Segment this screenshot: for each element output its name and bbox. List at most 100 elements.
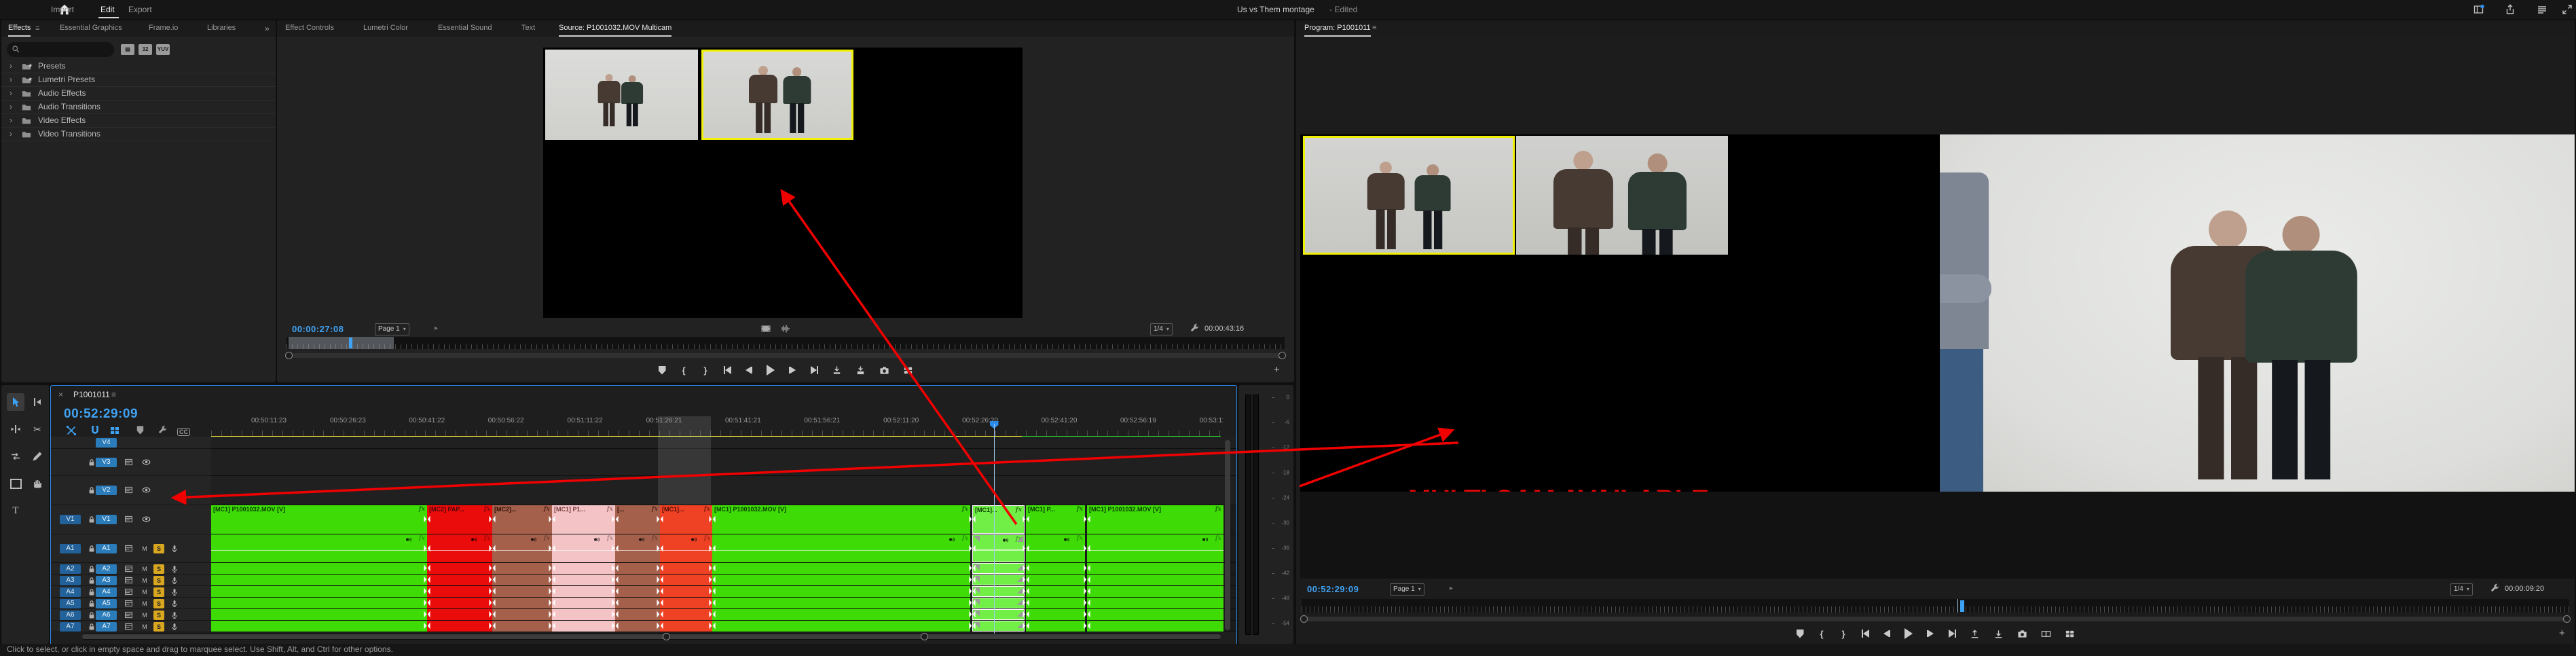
transport-go-to-in-icon[interactable] <box>1861 628 1869 639</box>
timeline-clip[interactable] <box>615 586 660 597</box>
menu-item-edit[interactable]: Edit <box>100 0 115 19</box>
track-header-A2[interactable]: A2 A2 M S <box>51 563 211 575</box>
timeline-clip[interactable]: fx <box>1087 534 1223 562</box>
timeline-clip[interactable] <box>211 563 427 574</box>
transport-insert-icon[interactable] <box>832 365 842 376</box>
timeline-clip[interactable] <box>1087 598 1223 608</box>
timeline-clip[interactable] <box>211 598 427 608</box>
timeline-clip[interactable] <box>1026 621 1085 632</box>
program-multicam-angle-2[interactable] <box>1516 136 1728 255</box>
sync-lock-icon[interactable] <box>124 599 133 608</box>
timeline-clip[interactable] <box>492 563 552 574</box>
track-header-A5[interactable]: A5 A5 M S <box>51 598 211 609</box>
tree-item-video-effects[interactable]: › Video Effects <box>1 114 276 128</box>
transport-step-forward-icon[interactable] <box>788 365 796 376</box>
transport-step-back-icon[interactable] <box>745 365 753 376</box>
timeline-clip[interactable] <box>972 598 1025 608</box>
timeline-clip[interactable] <box>492 575 552 585</box>
track-content-A3[interactable] <box>211 575 1236 586</box>
audio-fade-handle[interactable] <box>974 536 980 542</box>
track-header-A6[interactable]: A6 A6 M S <box>51 609 211 621</box>
tab-effects[interactable]: Effects <box>8 20 31 37</box>
timeline-h-scrollbar[interactable] <box>82 633 1221 640</box>
scrollbar-handle[interactable] <box>2563 615 2571 623</box>
quick-export-icon[interactable] <box>2505 4 2516 15</box>
track-content-A1[interactable]: fx fx fx fx fx fx fx fx fx fx <box>211 534 1236 563</box>
timeline-clip[interactable] <box>552 586 615 597</box>
transport-add-marker-icon[interactable] <box>1796 628 1804 639</box>
timeline-playhead-line[interactable] <box>993 424 995 636</box>
lock-icon[interactable] <box>88 515 96 524</box>
timeline-clip[interactable]: fx <box>427 534 492 562</box>
timeline-clip[interactable] <box>1026 598 1085 608</box>
lock-icon[interactable] <box>88 577 96 585</box>
settings-wrench-icon[interactable] <box>2490 583 2500 594</box>
lock-icon[interactable] <box>88 486 96 494</box>
track-header-A3[interactable]: A3 A3 M S <box>51 575 211 586</box>
timeline-clip[interactable]: [MC1]... fx <box>660 505 712 534</box>
program-playhead[interactable] <box>1960 600 1964 612</box>
timeline-clip[interactable] <box>712 586 970 597</box>
timeline-clip[interactable]: [MC2] PAP... fx <box>427 505 492 534</box>
solo-button-A1[interactable]: S <box>153 543 164 553</box>
voiceover-mic-icon[interactable] <box>170 544 179 553</box>
track-name-A3[interactable]: A3 <box>96 576 117 585</box>
transport-mark-out-icon[interactable]: } <box>1839 628 1847 639</box>
timeline-clip[interactable] <box>211 575 427 585</box>
audio-volume-line[interactable] <box>492 549 552 551</box>
lock-icon[interactable] <box>88 623 96 631</box>
timeline-clip[interactable] <box>211 621 427 632</box>
transport-step-forward-icon[interactable] <box>1926 628 1934 639</box>
timeline-clip[interactable] <box>660 575 712 585</box>
source-patch-A2[interactable]: A2 <box>60 564 81 574</box>
track-header-A4[interactable]: A4 A4 M S <box>51 586 211 598</box>
track-content-A7[interactable] <box>211 621 1236 632</box>
close-icon[interactable]: × <box>58 390 63 399</box>
voiceover-mic-icon[interactable] <box>170 564 179 574</box>
workspace-menu-icon[interactable] <box>2537 4 2547 15</box>
timeline-clip[interactable]: [MC1] P1... fx <box>552 505 615 534</box>
timeline-clip[interactable] <box>660 609 712 620</box>
chevron-right-icon[interactable]: › <box>10 87 12 100</box>
transport-export-frame-icon[interactable] <box>879 365 889 376</box>
timeline-clip[interactable] <box>615 575 660 585</box>
source-multicam-angle-1[interactable] <box>545 50 698 140</box>
timeline-clip[interactable] <box>1026 609 1085 620</box>
timeline-clip[interactable]: [MC1]... fx <box>972 505 1025 534</box>
sync-lock-icon[interactable] <box>124 515 133 524</box>
sync-lock-icon[interactable] <box>124 458 133 467</box>
source-patch-A3[interactable]: A3 <box>60 576 81 585</box>
timeline-clip[interactable] <box>552 621 615 632</box>
timeline-clip[interactable] <box>427 598 492 608</box>
tab-frame-io[interactable]: Frame.io <box>149 20 178 35</box>
timeline-clip[interactable] <box>972 563 1025 574</box>
timeline-clip[interactable]: [MC1] P1001032.MOV [V] fx <box>1087 505 1223 534</box>
timeline-clip[interactable]: [MC1] P1001032.MOV [V] fx <box>211 505 427 534</box>
transport-go-to-out-icon[interactable] <box>810 365 818 376</box>
mute-button-A6[interactable]: M <box>140 611 149 620</box>
sync-lock-icon[interactable] <box>124 486 133 494</box>
voiceover-mic-icon[interactable] <box>170 576 179 585</box>
32bit-color-icon[interactable]: 32 <box>139 44 152 55</box>
tree-item-presets[interactable]: › ★ Presets <box>1 60 276 73</box>
audio-volume-line[interactable] <box>1087 549 1223 551</box>
track-name-A6[interactable]: A6 <box>96 611 117 620</box>
linked-selection-icon[interactable] <box>66 425 78 437</box>
source-in-out-range[interactable] <box>289 337 394 349</box>
tool-ripple-edit[interactable] <box>7 420 24 438</box>
sync-lock-icon[interactable] <box>124 587 133 596</box>
tool-pen[interactable] <box>29 448 46 465</box>
timeline-clip[interactable] <box>1026 575 1085 585</box>
tool-selection[interactable] <box>7 393 24 411</box>
source-video-area[interactable] <box>543 48 1023 318</box>
timeline-v-scrollbar[interactable] <box>1225 440 1230 630</box>
timeline-clip[interactable] <box>712 575 970 585</box>
audio-volume-line[interactable] <box>211 549 427 551</box>
timeline-clip[interactable] <box>1026 586 1085 597</box>
track-content-V3[interactable] <box>211 449 1236 476</box>
timeline-clip[interactable]: fx <box>552 534 615 562</box>
scrollbar-handle[interactable] <box>921 633 928 640</box>
track-content-V4[interactable] <box>211 437 1236 449</box>
timeline-clip[interactable] <box>660 586 712 597</box>
panel-menu-icon[interactable]: ≡ <box>35 24 39 33</box>
